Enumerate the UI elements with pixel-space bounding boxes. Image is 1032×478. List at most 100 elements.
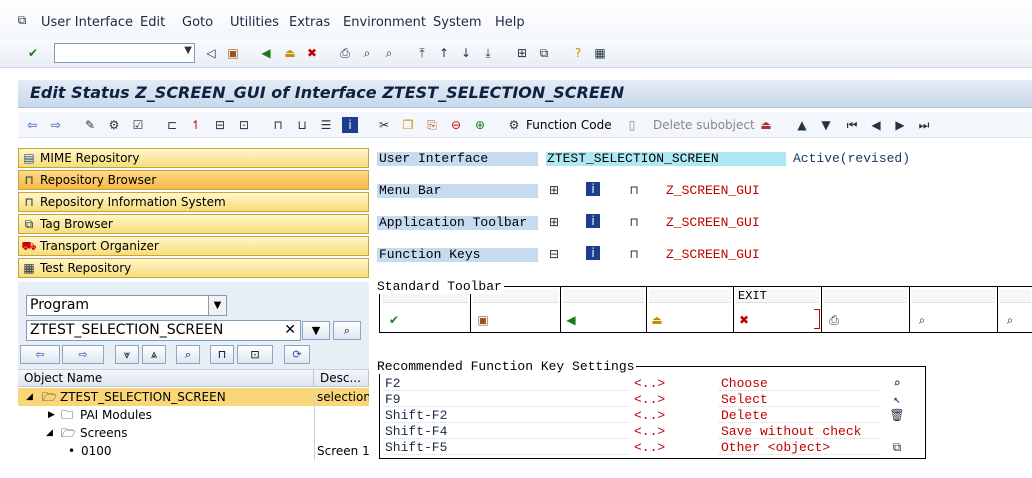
copy-icon[interactable]: ❐ — [400, 117, 416, 133]
key-row[interactable]: Shift-F5 <..> Other <object> ⧉ — [384, 440, 924, 456]
nav-tag-browser[interactable]: ⧉ Tag Browser — [18, 214, 369, 234]
toolbar-slot[interactable]: ⌕ — [998, 287, 1032, 333]
hierarchy-up-icon[interactable]: ⊔ — [294, 117, 310, 133]
insert-row-icon[interactable]: ⊕ — [472, 117, 488, 133]
collapse-button[interactable]: ⩓ — [142, 345, 166, 364]
info-icon[interactable]: i — [586, 246, 600, 260]
back-arrow-icon[interactable]: ⇦ — [24, 117, 40, 133]
nav-transport-organizer[interactable]: ⛟ Transport Organizer — [18, 236, 369, 256]
nav-repository-browser[interactable]: ⊓ Repository Browser — [18, 170, 369, 190]
command-field[interactable]: ▼ — [54, 43, 195, 63]
column-header-object-name[interactable]: Object Name — [18, 370, 314, 387]
expand-triangle-icon[interactable]: ◢ — [26, 388, 33, 406]
key-code[interactable]: <..> — [634, 424, 665, 440]
user-interface-value[interactable]: ZTEST_SELECTION_SCREEN — [546, 152, 786, 166]
move-down-icon[interactable]: ▼ — [818, 117, 834, 133]
key-row[interactable]: Shift-F4 <..> Save without check — [384, 424, 924, 440]
chevron-down-icon[interactable]: ▼ — [208, 296, 226, 315]
key-row[interactable]: F2 <..> Choose ⌕ — [384, 376, 924, 392]
previous-icon[interactable]: ◀ — [868, 117, 884, 133]
display-dropdown-button[interactable]: ▼ — [302, 321, 330, 340]
last-page-icon[interactable]: ⤓ — [480, 45, 496, 61]
tree-row[interactable]: • 0100 Screen 10 — [18, 442, 369, 460]
expand-toolbar-icon[interactable]: ⊞ — [546, 214, 562, 230]
exit-icon[interactable]: ⏏ — [282, 45, 298, 61]
info-icon[interactable]: i — [342, 117, 358, 133]
where-used-icon[interactable]: ⊏ — [164, 117, 180, 133]
list-icon[interactable]: ☰ — [318, 117, 334, 133]
delete-row-icon[interactable]: ⊖ — [448, 117, 464, 133]
info-icon[interactable]: i — [586, 182, 600, 196]
back-triangle-icon[interactable]: ◁ — [203, 45, 219, 61]
menu-bar-value[interactable]: Z_SCREEN_GUI — [666, 184, 760, 198]
menu-help[interactable]: Help — [495, 15, 525, 30]
layout-menu-icon[interactable]: ▦ — [592, 45, 608, 61]
info-icon[interactable]: i — [586, 214, 600, 228]
expand-triangle-icon[interactable]: ◢ — [46, 424, 53, 442]
activate-icon[interactable]: ⚙ — [106, 117, 122, 133]
menu-goto[interactable]: Goto — [182, 15, 213, 30]
hierarchy-icon[interactable]: ⊓ — [626, 246, 642, 262]
toolbar-slot[interactable]: ◀ — [561, 287, 647, 333]
function-code-button[interactable]: Function Code — [526, 118, 612, 132]
shortcut-icon[interactable]: ⧉ — [536, 45, 552, 61]
nav-repository-information-system[interactable]: ⊓ Repository Information System — [18, 192, 369, 212]
collapse-keys-icon[interactable]: ⊟ — [546, 246, 562, 262]
first-icon[interactable]: ⏮ — [844, 117, 860, 133]
paste-icon[interactable]: ⎘ — [424, 117, 440, 133]
menu-extras[interactable]: Extras — [289, 15, 330, 30]
next-icon[interactable]: ▶ — [892, 117, 908, 133]
previous-page-icon[interactable]: ↑ — [436, 45, 452, 61]
move-up-icon[interactable]: ▲ — [794, 117, 810, 133]
settings-button[interactable]: ⊡ — [237, 345, 273, 364]
next-object-button[interactable]: ⇨ — [62, 345, 104, 364]
check-icon[interactable]: ☑ — [130, 117, 146, 133]
application-toolbar-value[interactable]: Z_SCREEN_GUI — [666, 216, 760, 230]
tree-row[interactable]: ▶ 🗀 PAI Modules — [18, 406, 369, 424]
find-icon[interactable]: ⌕ — [359, 45, 375, 61]
enter-check-icon[interactable]: ✔ — [25, 45, 41, 61]
key-code[interactable]: <..> — [634, 440, 665, 456]
display-object-list-icon[interactable]: ⊟ — [212, 117, 228, 133]
object-name-input[interactable]: ZTEST_SELECTION_SCREEN ✕ — [26, 320, 301, 341]
hierarchy-icon[interactable]: ⊓ — [270, 117, 286, 133]
info-flag-icon[interactable]: ↿ — [188, 117, 204, 133]
document-icon[interactable]: ▯ — [624, 117, 640, 133]
column-header-description[interactable]: Desc... — [314, 370, 369, 387]
find-object-button[interactable]: ⌕ — [176, 345, 200, 364]
forward-arrow-icon[interactable]: ⇨ — [48, 117, 64, 133]
toolbar-slot[interactable]: ⏏ — [647, 287, 734, 333]
previous-object-button[interactable]: ⇦ — [20, 345, 60, 364]
key-code[interactable]: <..> — [634, 376, 665, 392]
print-icon[interactable]: ⎙ — [337, 45, 353, 61]
chevron-down-icon[interactable]: ▼ — [184, 45, 192, 56]
first-page-icon[interactable]: ⤒ — [414, 45, 430, 61]
key-code[interactable]: <..> — [634, 392, 665, 408]
key-code[interactable]: <..> — [634, 408, 665, 424]
find-next-icon[interactable]: ⌕ — [381, 45, 397, 61]
collapsed-triangle-icon[interactable]: ▶ — [48, 406, 55, 424]
tree-row[interactable]: ◢ 🗁 Screens — [18, 424, 369, 442]
nav-test-repository[interactable]: ▦ Test Repository — [18, 258, 369, 278]
next-page-icon[interactable]: ↓ — [458, 45, 474, 61]
hierarchy-icon[interactable]: ⊓ — [626, 214, 642, 230]
delete-subobject-button[interactable]: Delete subobject — [653, 118, 755, 132]
refresh-button[interactable]: ⟳ — [284, 345, 310, 364]
menu-edit[interactable]: Edit — [140, 15, 165, 30]
menu-utilities[interactable]: Utilities — [230, 15, 279, 30]
toolbar-slot[interactable]: ⌕ — [910, 287, 998, 333]
function-keys-value[interactable]: Z_SCREEN_GUI — [666, 248, 760, 262]
menu-user-interface[interactable]: User Interface — [41, 15, 133, 30]
key-row[interactable]: F9 <..> Select ↖ — [384, 392, 924, 408]
key-row[interactable]: Shift-F2 <..> Delete 🗑 — [384, 408, 924, 424]
glasses-button[interactable]: ⌕ — [333, 321, 361, 340]
toolbar-slot[interactable]: ⎙ — [822, 287, 910, 333]
navigation-window-icon[interactable]: ⊡ — [236, 117, 252, 133]
cut-icon[interactable]: ✂ — [376, 117, 392, 133]
window-menu-icon[interactable]: ⧉ — [14, 12, 30, 28]
tree-row[interactable]: ◢ 🗁 ZTEST_SELECTION_SCREEN selection — [18, 388, 369, 406]
back-icon[interactable]: ◀ — [258, 45, 274, 61]
edit-icon[interactable]: ✎ — [82, 117, 98, 133]
hierarchy-icon[interactable]: ⊓ — [626, 182, 642, 198]
object-type-select[interactable]: Program ▼ — [26, 295, 227, 316]
